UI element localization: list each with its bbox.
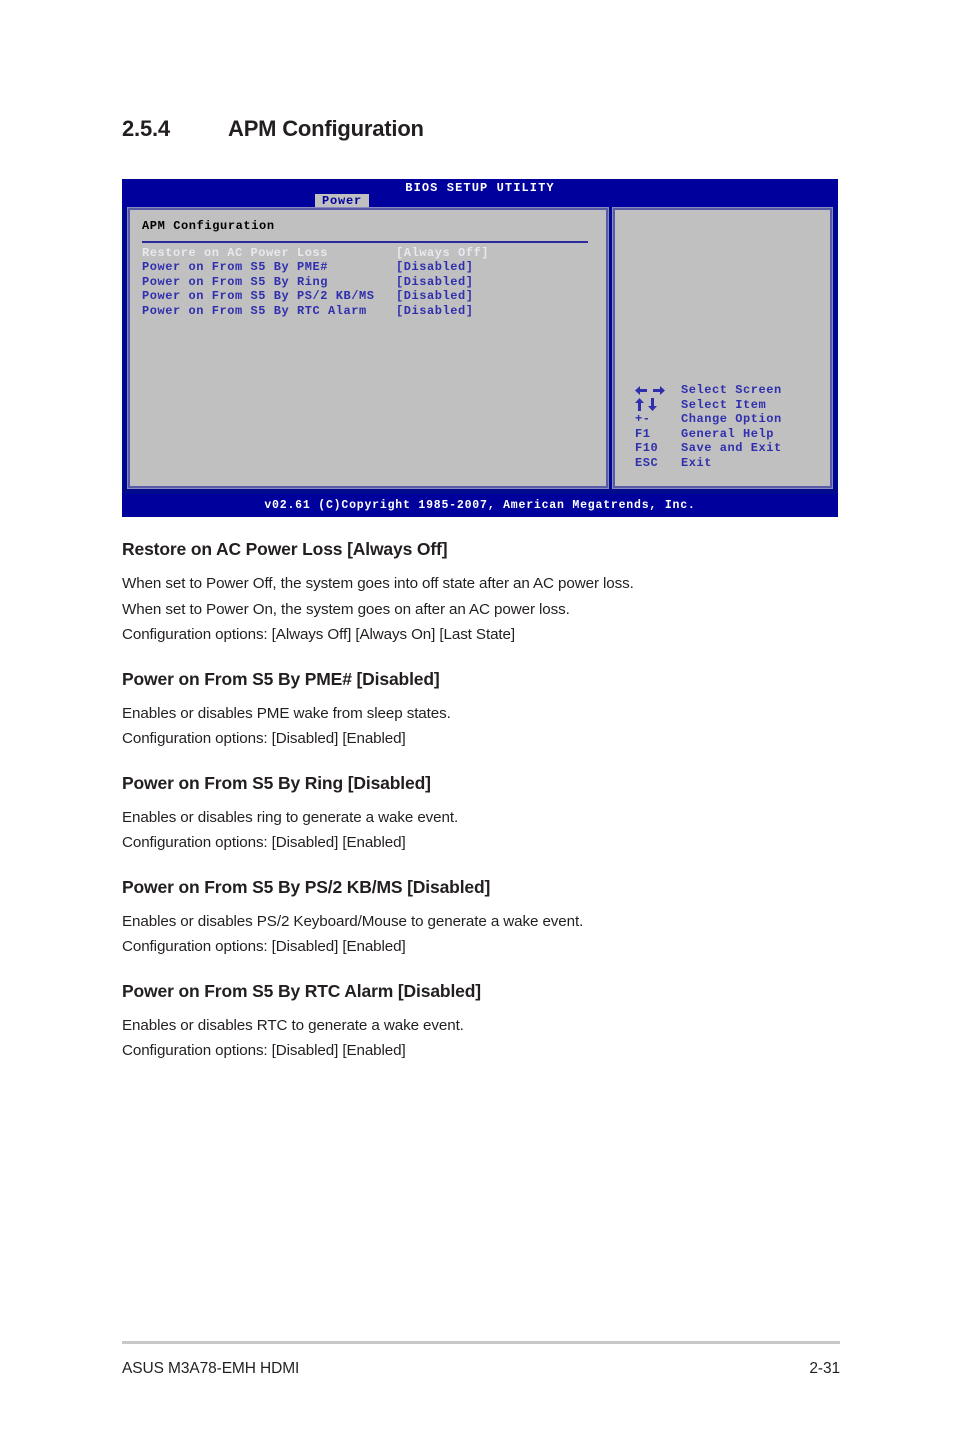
section-title: APM Configuration bbox=[228, 116, 424, 141]
description-block: Power on From S5 By PS/2 KB/MS [Disabled… bbox=[122, 877, 852, 960]
description-heading: Power on From S5 By PME# [Disabled] bbox=[122, 668, 440, 689]
description-line: When set to Power On, the system goes on… bbox=[122, 600, 570, 618]
footer-page-number: 2-31 bbox=[809, 1360, 840, 1377]
description-line: When set to Power Off, the system goes i… bbox=[122, 575, 634, 592]
bios-option-list: Restore on AC Power Loss [Always Off] Powe… bbox=[142, 246, 594, 319]
footer-product-name: ASUS M3A78-EMH HDMI bbox=[122, 1360, 300, 1377]
description-line: Configuration options: [Disabled] [Enabl… bbox=[122, 730, 406, 747]
panel-heading: APM Configuration bbox=[142, 219, 275, 233]
bios-option-value[interactable]: [Disabled] bbox=[396, 304, 474, 319]
bios-titlebar: BIOS SETUP UTILITY Power bbox=[122, 179, 838, 209]
bios-option-label: Power on From S5 By Ring bbox=[142, 274, 329, 289]
bios-key-description: Exit bbox=[681, 455, 713, 470]
description-block: Power on From S5 By RTC Alarm [Disabled]… bbox=[122, 981, 852, 1064]
description-line: Configuration options: [Always Off] [Alw… bbox=[122, 626, 516, 643]
bios-key-legend: Select Screen Select Item +- Change Option F… bbox=[635, 383, 782, 471]
bios-option-row[interactable]: Power on From S5 By PS/2 KB/MS [Disabled] bbox=[142, 289, 594, 304]
bios-key-row: ESC Exit bbox=[635, 456, 782, 471]
bios-option-row[interactable]: Power on From S5 By RTC Alarm [Disabled] bbox=[142, 304, 594, 319]
bios-settings-panel: APM Configuration Restore on AC Power Lo… bbox=[127, 207, 609, 489]
bios-option-label: Power on From S5 By PS/2 KB/MS bbox=[142, 289, 375, 304]
description-heading: Power on From S5 By RTC Alarm [Disabled] bbox=[122, 980, 481, 1001]
description-line: Configuration options: [Disabled] [Enabl… bbox=[122, 938, 406, 955]
bios-body: APM Configuration Restore on AC Power Lo… bbox=[127, 207, 833, 489]
bios-key-row: Select Item bbox=[635, 398, 782, 413]
bios-option-label: Power on From S5 By PME# bbox=[142, 260, 329, 275]
bios-key-name: ESC bbox=[635, 455, 659, 470]
panel-divider bbox=[142, 240, 588, 243]
bios-key-name: F10 bbox=[635, 441, 659, 456]
bios-key-row: +- Change Option bbox=[635, 412, 782, 427]
bios-setup-screenshot: BIOS SETUP UTILITY Power APM Configurati… bbox=[122, 179, 838, 517]
bios-option-value[interactable]: [Disabled] bbox=[396, 289, 474, 304]
bios-title: BIOS SETUP UTILITY bbox=[405, 181, 555, 195]
bios-option-row[interactable]: Power on From S5 By Ring [Disabled] bbox=[142, 275, 594, 290]
bios-key-name: F1 bbox=[635, 426, 651, 441]
bios-key-description: General Help bbox=[681, 426, 775, 441]
tab-power[interactable]: Power bbox=[315, 194, 370, 209]
bios-help-panel: Select Screen Select Item +- Change Option F… bbox=[612, 207, 833, 489]
bios-key-row: F1 General Help bbox=[635, 427, 782, 442]
description-line: Enables or disables ring to generate a w… bbox=[122, 808, 459, 826]
bios-footer: v02.61 (C)Copyright 1985-2007, American … bbox=[122, 494, 838, 517]
description-block: Power on From S5 By Ring [Disabled] Enabl… bbox=[122, 773, 852, 856]
bios-key-name: +- bbox=[635, 412, 651, 427]
bios-option-value[interactable]: [Disabled] bbox=[396, 260, 474, 275]
description-blocks: Restore on AC Power Loss [Always Off] Whe… bbox=[122, 539, 852, 1085]
description-line: Enables or disables RTC to generate a wa… bbox=[122, 1016, 464, 1034]
description-line: Configuration options: [Disabled] [Enabl… bbox=[122, 834, 406, 851]
description-heading: Restore on AC Power Loss [Always Off] bbox=[122, 539, 448, 559]
section-number: 2.5.4 bbox=[122, 116, 170, 141]
description-block: Power on From S5 By PME# [Disabled] Enabl… bbox=[122, 669, 852, 752]
bios-key-description: Change Option bbox=[681, 412, 782, 427]
bios-key-description: Select Item bbox=[681, 397, 767, 412]
description-line: Configuration options: [Disabled] [Enabl… bbox=[122, 1042, 406, 1059]
description-heading: Power on From S5 By PS/2 KB/MS [Disabled… bbox=[122, 876, 491, 897]
bios-key-row: F10 Save and Exit bbox=[635, 441, 782, 456]
description-line: Enables or disables PME wake from sleep … bbox=[122, 704, 451, 722]
bios-option-label: Restore on AC Power Loss bbox=[142, 245, 329, 260]
bios-key-row: Select Screen bbox=[635, 383, 782, 398]
bios-option-value[interactable]: [Always Off] bbox=[396, 246, 489, 261]
bios-key-description: Select Screen bbox=[681, 383, 782, 397]
bios-key-description: Save and Exit bbox=[681, 441, 782, 456]
description-heading: Power on From S5 By Ring [Disabled] bbox=[122, 772, 431, 793]
description-block: Restore on AC Power Loss [Always Off] Whe… bbox=[122, 539, 852, 648]
footer-divider bbox=[122, 1341, 840, 1344]
bios-option-row[interactable]: Power on From S5 By PME# [Disabled] bbox=[142, 260, 594, 275]
bios-option-value[interactable]: [Disabled] bbox=[396, 275, 474, 290]
description-line: Enables or disables PS/2 Keyboard/Mouse … bbox=[122, 912, 584, 930]
page-title: 2.5.4 APM Configuration bbox=[122, 116, 822, 142]
bios-option-row[interactable]: Restore on AC Power Loss [Always Off] bbox=[142, 246, 594, 261]
left-right-arrows-icon bbox=[635, 385, 681, 396]
up-down-arrows-icon bbox=[635, 398, 681, 412]
bios-option-label: Power on From S5 By RTC Alarm bbox=[142, 303, 367, 318]
